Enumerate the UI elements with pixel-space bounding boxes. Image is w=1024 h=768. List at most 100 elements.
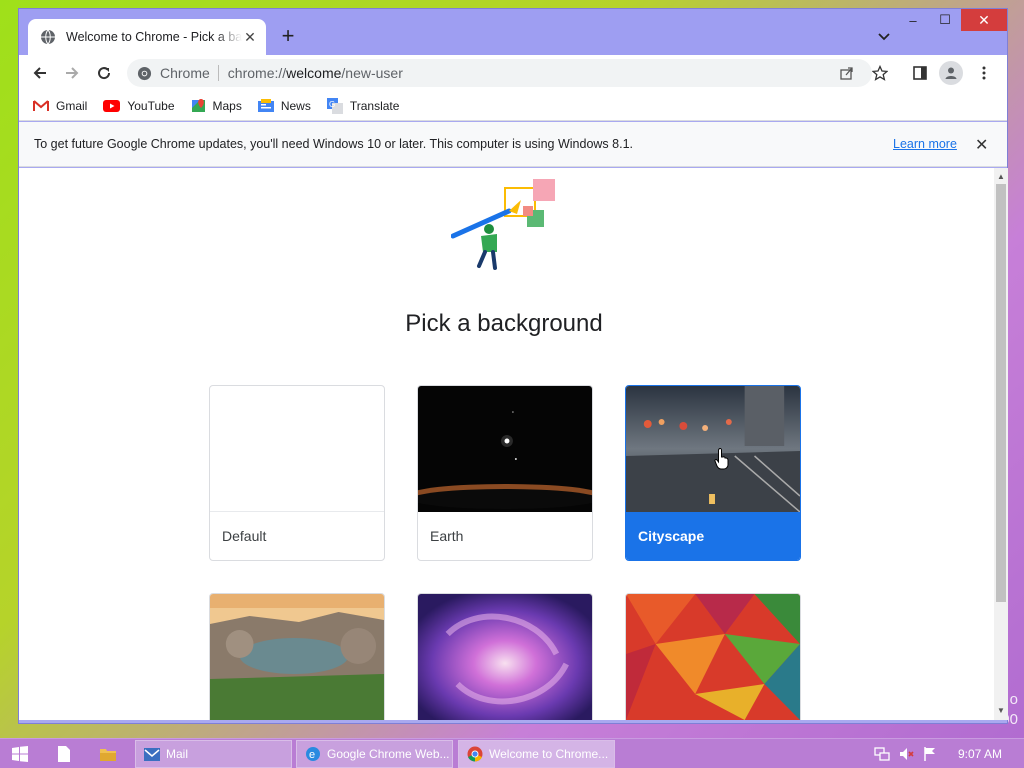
address-bar[interactable]: Chrome chrome://welcome/new-user (127, 59, 872, 87)
page-heading: Pick a background (405, 310, 603, 337)
ie-icon: e (306, 747, 320, 761)
network-icon[interactable] (872, 744, 892, 764)
new-tab-button[interactable]: + (276, 25, 300, 49)
taskbar-label: Welcome to Chrome... (489, 747, 609, 761)
chrome-icon (467, 746, 483, 762)
windows-logo-icon (12, 746, 28, 762)
url-path: /new-user (341, 65, 403, 81)
side-panel-icon[interactable] (912, 65, 928, 81)
gmail-icon (33, 99, 49, 111)
bookmark-maps[interactable]: Maps (191, 98, 242, 114)
site-label: Chrome (160, 65, 219, 81)
document-icon (58, 746, 70, 762)
taskbar-chrome[interactable]: Welcome to Chrome... (458, 740, 615, 768)
tab-search-chevron-icon[interactable] (876, 28, 892, 44)
page-scrollbar[interactable]: ▲ ▼ (994, 168, 1008, 720)
tab-welcome[interactable]: Welcome to Chrome - Pick a background ✕ (28, 19, 266, 55)
back-arrow-icon (33, 67, 46, 79)
background-thumbnail (418, 594, 592, 720)
background-thumbnail (210, 386, 384, 512)
bookmark-label: Gmail (56, 98, 88, 113)
person-icon (945, 67, 957, 79)
scroll-up-arrow-icon[interactable]: ▲ (997, 173, 1005, 181)
taskbar-label: Google Chrome Web... (327, 747, 450, 761)
bookmark-star-icon[interactable] (872, 65, 888, 81)
infobar-close-icon[interactable]: ✕ (975, 135, 988, 155)
background-label: Cityscape (638, 528, 705, 544)
background-card-landscape[interactable] (209, 593, 385, 720)
background-thumbnail (418, 386, 592, 512)
mail-icon (144, 747, 160, 761)
svg-text:e: e (309, 749, 315, 761)
painter-illustration (451, 179, 555, 270)
news-icon (257, 98, 274, 112)
background-card-cityscape[interactable]: Cityscape (625, 385, 801, 561)
background-card-galaxy[interactable] (417, 593, 593, 720)
maximize-button[interactable]: ☐ (929, 9, 961, 31)
hand-cursor-icon (714, 448, 729, 470)
taskbar-mail[interactable]: Mail (135, 740, 292, 768)
bookmark-news[interactable]: News (257, 98, 311, 113)
reload-button[interactable] (92, 61, 116, 85)
translate-icon: G (326, 97, 343, 114)
background-thumbnail (626, 386, 800, 512)
background-thumbnail (210, 594, 384, 720)
clock[interactable]: 9:07 AM (958, 747, 1002, 761)
title-bar: Welcome to Chrome - Pick a background ✕ … (19, 9, 1007, 55)
bookmark-label: Translate (349, 98, 400, 113)
reload-icon (98, 67, 111, 80)
toolbar: Chrome chrome://welcome/new-user (19, 55, 1007, 91)
taskbar-explorer-icon[interactable] (98, 744, 118, 764)
back-button[interactable] (28, 61, 52, 85)
action-center-flag-icon[interactable] (920, 744, 940, 764)
flag-icon (924, 747, 935, 761)
taskbar: Mail e Google Chrome Web... Welcome to C… (0, 738, 1024, 768)
bookmarks-bar: Gmail YouTube Maps News G Translate (19, 91, 1007, 121)
bookmark-translate[interactable]: G Translate (326, 97, 400, 114)
background-card-polygons[interactable] (625, 593, 801, 720)
maps-icon (191, 98, 205, 112)
scrollbar-thumb[interactable] (996, 184, 1006, 602)
volume-muted-icon[interactable] (896, 744, 916, 764)
url-host: welcome (286, 65, 342, 81)
background-card-earth[interactable]: Earth (417, 385, 593, 561)
taskbar-file-icon[interactable] (54, 744, 74, 764)
forward-button[interactable] (60, 61, 84, 85)
bookmark-label: News (280, 98, 311, 113)
background-label: Default (222, 528, 267, 544)
update-infobar: To get future Google Chrome updates, you… (19, 122, 1007, 167)
globe-icon (41, 29, 55, 45)
menu-kebab-icon[interactable] (976, 65, 992, 81)
bookmark-label: YouTube (127, 98, 175, 113)
window-controls: – ☐ ✕ (897, 9, 1007, 31)
start-button[interactable] (10, 744, 30, 764)
url-scheme: chrome:// (227, 65, 287, 81)
tab-close-icon[interactable]: ✕ (242, 29, 258, 45)
taskbar-ie[interactable]: e Google Chrome Web... (296, 740, 453, 768)
svg-text:G: G (329, 100, 335, 109)
chrome-window: Welcome to Chrome - Pick a background ✕ … (18, 8, 1008, 724)
folder-icon (100, 748, 116, 761)
profile-avatar[interactable] (939, 61, 963, 85)
bookmark-label: Maps (212, 98, 242, 113)
learn-more-link[interactable]: Learn more (893, 137, 957, 151)
share-icon[interactable] (839, 65, 855, 81)
background-card-default[interactable]: Default (209, 385, 385, 561)
forward-arrow-icon (66, 67, 79, 79)
chrome-site-icon (137, 66, 152, 80)
infobar-message: To get future Google Chrome updates, you… (34, 137, 633, 151)
tab-title: Welcome to Chrome - Pick a background (66, 30, 242, 44)
welcome-page: Pick a background Default Earth Cityscap… (19, 168, 994, 720)
background-thumbnail (626, 594, 800, 720)
close-window-button[interactable]: ✕ (961, 9, 1007, 31)
taskbar-label: Mail (166, 747, 189, 761)
network-monitor-icon (874, 747, 890, 761)
bookmark-gmail[interactable]: Gmail (33, 99, 87, 113)
background-label: Earth (430, 528, 464, 544)
bookmark-youtube[interactable]: YouTube (103, 98, 175, 113)
url-text: chrome://welcome/new-user (228, 65, 403, 81)
minimize-button[interactable]: – (897, 9, 929, 31)
youtube-icon (103, 99, 121, 112)
speaker-muted-icon (900, 748, 914, 760)
scroll-down-arrow-icon[interactable]: ▼ (997, 707, 1005, 715)
